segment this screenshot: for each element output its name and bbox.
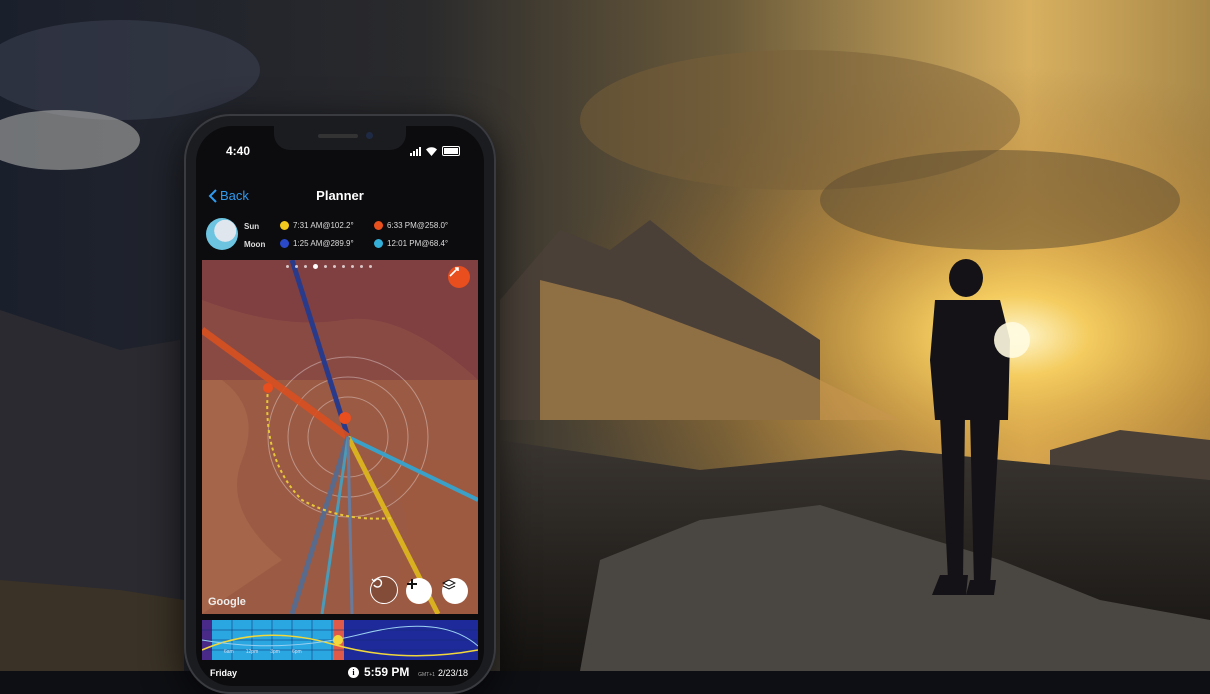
time-slider[interactable]: 6am 12pm 3pm 6pm xyxy=(202,620,478,660)
page-dot[interactable] xyxy=(342,265,345,268)
moonrise-icon xyxy=(280,239,289,248)
page-dot[interactable] xyxy=(295,265,298,268)
undo-button[interactable] xyxy=(370,576,398,604)
page-dot[interactable] xyxy=(324,265,327,268)
page-dot[interactable] xyxy=(351,265,354,268)
time-value: 5:59 PM xyxy=(364,665,410,679)
add-pin-button[interactable] xyxy=(406,578,432,604)
date-value: 2/23/18 xyxy=(437,668,468,678)
sunset-value: 6:33 PM@258.0° xyxy=(387,221,449,230)
timeline-hours: 6am 12pm 3pm 6pm xyxy=(224,649,302,655)
sunset-icon xyxy=(374,221,383,230)
phone-notch xyxy=(274,126,406,150)
cellular-signal-icon xyxy=(410,146,421,156)
ephemeris-panel[interactable]: Sun Moon 7:31 AM@102.2° 6:33 PM@258.0° 1… xyxy=(196,216,484,256)
map-view[interactable]: Google xyxy=(202,260,478,614)
moonrise-info: 1:25 AM@289.9° xyxy=(280,239,354,248)
moon-label: Moon xyxy=(244,240,266,249)
timezone-label: GMT+1 xyxy=(418,672,435,678)
page-dot[interactable] xyxy=(333,265,336,268)
page-dot-active[interactable] xyxy=(313,264,318,269)
page-dot[interactable] xyxy=(304,265,307,268)
plus-icon xyxy=(407,579,417,589)
page-indicator xyxy=(286,264,372,269)
hour-label: 12pm xyxy=(245,649,259,655)
page-title: Planner xyxy=(316,188,364,203)
selected-time: i 5:59 PM xyxy=(348,665,409,679)
background-photo xyxy=(0,0,1210,671)
mountain-sunset-photo xyxy=(0,0,1210,671)
hour-label: 3pm xyxy=(270,649,280,655)
selected-date: GMT+1 2/23/18 xyxy=(418,668,468,678)
status-icons xyxy=(410,146,460,156)
moonset-info: 12:01 PM@68.4° xyxy=(374,239,448,248)
speaker-grille xyxy=(318,134,358,138)
sunset-info: 6:33 PM@258.0° xyxy=(374,221,448,230)
terrain-map xyxy=(202,260,478,614)
moonset-icon xyxy=(374,239,383,248)
moon-phase-icon xyxy=(206,218,238,250)
sunrise-info: 7:31 AM@102.2° xyxy=(280,221,354,230)
phone-screen: 4:40 Back Planner Sun Moon 7:31 AM@102.2… xyxy=(196,126,484,686)
hour-label: 6pm xyxy=(291,649,302,655)
page-dot[interactable] xyxy=(286,265,289,268)
phone-mockup: 4:40 Back Planner Sun Moon 7:31 AM@102.2… xyxy=(184,114,496,694)
page-dot[interactable] xyxy=(360,265,363,268)
navigation-bar: Back Planner xyxy=(196,184,484,208)
moonset-value: 12:01 PM@68.4° xyxy=(387,239,449,248)
day-label: Friday xyxy=(210,668,238,678)
sunrise-value: 7:31 AM@102.2° xyxy=(293,221,354,230)
date-time-bar[interactable]: Friday i 5:59 PM GMT+1 2/23/18 xyxy=(196,664,484,682)
map-attribution: Google xyxy=(208,596,246,608)
front-camera xyxy=(366,132,373,139)
layers-icon xyxy=(442,579,456,590)
compass-button[interactable] xyxy=(448,266,470,288)
info-icon[interactable]: i xyxy=(348,666,359,678)
page-dot[interactable] xyxy=(369,265,372,268)
status-time: 4:40 xyxy=(226,144,251,158)
undo-icon xyxy=(371,578,383,588)
sun-label: Sun xyxy=(244,222,260,231)
hour-label: 6am xyxy=(224,649,234,655)
sunrise-icon xyxy=(280,221,289,230)
battery-icon xyxy=(442,146,460,156)
moonrise-value: 1:25 AM@289.9° xyxy=(293,239,354,248)
layers-button[interactable] xyxy=(442,578,468,604)
compass-icon xyxy=(449,267,459,277)
wifi-icon xyxy=(426,146,437,156)
